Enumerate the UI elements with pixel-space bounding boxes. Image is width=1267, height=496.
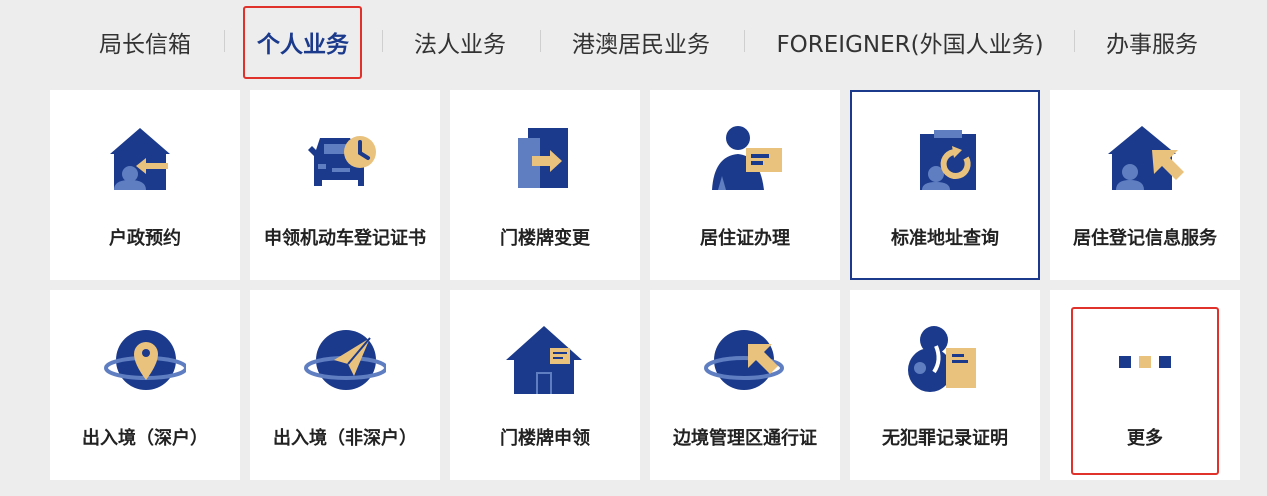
service-label: 出入境（深户） — [82, 428, 208, 449]
active-tab-highlight — [243, 6, 362, 79]
person-card-icon — [712, 126, 782, 190]
service-card-vehicle-registration-certificate[interactable]: 申领机动车登记证书 — [250, 90, 440, 280]
service-card-doorplate-application[interactable]: 门楼牌申领 — [450, 290, 640, 480]
service-card-exit-entry-shenzhen-hukou[interactable]: 出入境（深户） — [50, 290, 240, 480]
service-label: 边境管理区通行证 — [673, 428, 817, 449]
clipboard-refresh-icon — [920, 130, 976, 190]
home-return-icon — [110, 128, 170, 190]
globe-plane-icon — [304, 330, 386, 390]
service-card-doorplate-change[interactable]: 门楼牌变更 — [450, 90, 640, 280]
tab-foreigner[interactable]: FOREIGNER(外国人业务) — [766, 0, 1054, 84]
house-icon — [506, 326, 582, 394]
service-card-exit-entry-non-shenzhen-hukou[interactable]: 出入境（非深户） — [250, 290, 440, 480]
home-arrow-icon — [1108, 126, 1184, 190]
tab-divider — [540, 30, 541, 52]
tab-divider — [1074, 30, 1075, 52]
tab-divider — [382, 30, 383, 52]
service-card-household-appointment[interactable]: 户政预约 — [50, 90, 240, 280]
service-label: 居住证办理 — [700, 228, 790, 249]
service-card-residence-permit[interactable]: 居住证办理 — [650, 90, 840, 280]
service-label: 无犯罪记录证明 — [882, 428, 1008, 449]
service-label: 标准地址查询 — [891, 228, 999, 249]
tab-director-mailbox[interactable]: 局长信箱 — [90, 0, 200, 84]
person-document-icon — [908, 326, 976, 392]
doorplate-change-icon — [518, 128, 568, 188]
globe-cursor-icon — [704, 330, 784, 390]
nav-tabs: 局长信箱 个人业务 法人业务 港澳居民业务 FOREIGNER(外国人业务) 办… — [0, 0, 1267, 84]
service-label: 门楼牌变更 — [500, 228, 590, 249]
tab-services[interactable]: 办事服务 — [1096, 0, 1208, 84]
service-label: 户政预约 — [109, 228, 181, 249]
car-clock-icon — [308, 136, 376, 186]
more-highlight — [1071, 307, 1219, 475]
tab-legal-entity-business[interactable]: 法人业务 — [402, 0, 518, 84]
tab-divider — [744, 30, 745, 52]
service-label: 申领机动车登记证书 — [264, 228, 426, 249]
globe-location-icon — [104, 330, 186, 390]
service-card-standard-address-query[interactable]: 标准地址查询 — [850, 90, 1040, 280]
service-card-residence-registration-info[interactable]: 居住登记信息服务 — [1050, 90, 1240, 280]
tab-divider — [224, 30, 225, 52]
service-card-border-area-pass[interactable]: 边境管理区通行证 — [650, 290, 840, 480]
service-label: 出入境（非深户） — [273, 428, 417, 449]
service-label: 门楼牌申领 — [500, 428, 590, 449]
tab-hk-macau-residents[interactable]: 港澳居民业务 — [560, 0, 722, 84]
service-card-no-criminal-record-certificate[interactable]: 无犯罪记录证明 — [850, 290, 1040, 480]
service-label: 居住登记信息服务 — [1073, 228, 1217, 249]
